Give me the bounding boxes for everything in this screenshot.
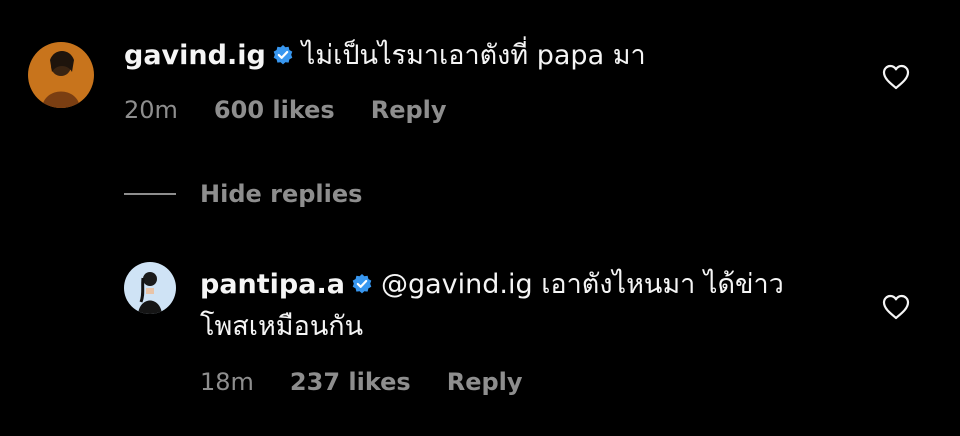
reply-text-line2: โพสเหมือนกัน	[200, 311, 364, 342]
like-button[interactable]	[882, 64, 910, 94]
likes-count[interactable]: 600 likes	[214, 96, 335, 124]
comment-body: gavind.ig ไม่เป็นไรมาเอาตังที่ papa มา	[124, 38, 646, 76]
timestamp: 20m	[124, 96, 178, 124]
comment-meta: 20m 600 likes Reply	[124, 96, 483, 124]
verified-badge-icon	[351, 269, 373, 305]
reply-text-line1: @gavind.ig เอาตังไหนมา ได้ข่าว	[380, 269, 784, 300]
avatar-gavind-image	[28, 42, 94, 108]
reply-body: pantipa.a @gavind.ig เอาตังไหนมา ได้ข่าว	[200, 267, 784, 305]
timestamp: 18m	[200, 368, 254, 396]
avatar[interactable]	[124, 262, 176, 314]
divider-line	[124, 193, 176, 195]
likes-count[interactable]: 237 likes	[290, 368, 411, 396]
reply-meta: 18m 237 likes Reply	[200, 368, 559, 396]
heart-outline-icon	[882, 294, 910, 320]
like-button[interactable]	[882, 294, 910, 324]
reply-button[interactable]: Reply	[371, 96, 447, 124]
avatar-pantipa-image	[124, 262, 176, 314]
avatar[interactable]	[28, 42, 94, 108]
reply-button[interactable]: Reply	[447, 368, 523, 396]
reply-text-continued: โพสเหมือนกัน	[200, 309, 363, 345]
hide-replies-button[interactable]: Hide replies	[124, 180, 362, 208]
comment-text: ไม่เป็นไรมาเอาตังที่ papa มา	[301, 40, 646, 71]
username[interactable]: pantipa.a	[200, 269, 345, 300]
username[interactable]: gavind.ig	[124, 40, 266, 71]
hide-replies-label: Hide replies	[200, 180, 363, 208]
heart-outline-icon	[882, 64, 910, 90]
verified-badge-icon	[272, 40, 294, 76]
